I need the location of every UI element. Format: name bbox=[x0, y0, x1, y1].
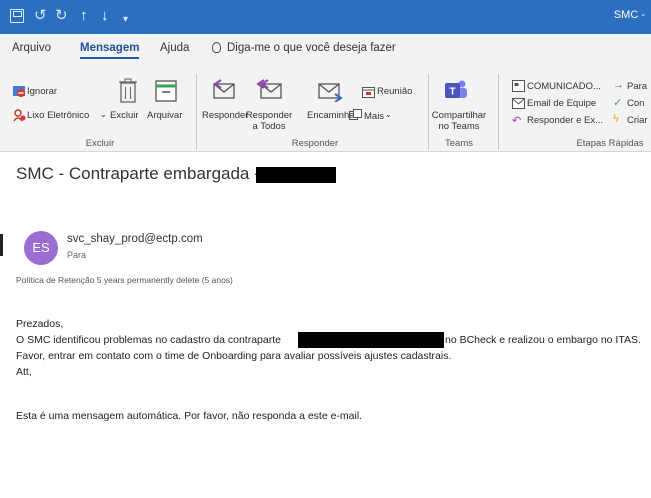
meeting-button[interactable]: Reunião bbox=[377, 86, 412, 97]
customize-toolbar-icon[interactable]: ▾ bbox=[123, 10, 128, 30]
to-manager-icon: → bbox=[613, 79, 624, 91]
ignore-button[interactable]: Ignorar bbox=[27, 86, 57, 97]
group-separator bbox=[428, 74, 429, 150]
message-subject: SMC - Contraparte embargada - bbox=[16, 164, 260, 183]
group-separator bbox=[196, 74, 197, 150]
tab-mensagem[interactable]: Mensagem bbox=[80, 42, 140, 59]
share-teams-button[interactable]: Compartilhar no Teams bbox=[431, 110, 487, 132]
share-teams-label-2: no Teams bbox=[438, 121, 480, 132]
group-label-teams: Teams bbox=[445, 138, 473, 149]
save-icon[interactable] bbox=[10, 9, 24, 23]
quickstep-con[interactable]: Con bbox=[627, 98, 644, 109]
more-icon bbox=[349, 109, 362, 120]
done-check-icon: ✓ bbox=[613, 97, 623, 109]
redacted-subject bbox=[256, 167, 336, 183]
body-signoff: Att, bbox=[16, 366, 32, 378]
tab-ajuda[interactable]: Ajuda bbox=[160, 42, 189, 54]
ignore-icon bbox=[13, 86, 25, 97]
group-label-responder: Responder bbox=[291, 138, 339, 149]
redo-icon[interactable]: ↻ bbox=[55, 6, 68, 26]
redacted-counterparty bbox=[298, 332, 444, 348]
group-separator bbox=[498, 74, 499, 150]
archive-icon bbox=[155, 80, 177, 102]
avatar[interactable]: ES bbox=[24, 231, 58, 265]
share-teams-label-1: Compartilhar bbox=[431, 110, 487, 121]
tab-arquivo[interactable]: Arquivo bbox=[12, 42, 51, 54]
body-greeting: Prezados, bbox=[16, 318, 64, 330]
sender-address[interactable]: svc_shay_prod@ectp.com bbox=[67, 233, 203, 245]
left-edge-marker bbox=[0, 234, 3, 256]
reply-all-label-1: Responder bbox=[245, 110, 293, 121]
create-new-icon: ϟ bbox=[613, 113, 619, 125]
junk-mail-icon bbox=[13, 109, 26, 122]
quickstep-responder-ex[interactable]: Responder e Ex... bbox=[527, 115, 603, 126]
next-item-icon[interactable]: ↓ bbox=[101, 6, 109, 26]
title-bar: ↺ ↻ ↑ ↓ ▾ SMC - bbox=[0, 0, 651, 34]
group-label-excluir: Excluir bbox=[85, 138, 115, 149]
quickstep-email-equipe[interactable]: Email de Equipe bbox=[527, 98, 596, 109]
reply-all-icon bbox=[256, 79, 282, 99]
retention-policy: Política de Retenção 5 years permanently… bbox=[16, 275, 233, 285]
body-line-1b: no BCheck e realizou o embargo no ITAS. bbox=[445, 334, 641, 346]
delete-icon bbox=[119, 78, 137, 103]
reply-all-label-2: a Todos bbox=[252, 121, 286, 132]
delete-button[interactable]: Excluir bbox=[110, 110, 139, 121]
undo-icon[interactable]: ↺ bbox=[34, 6, 47, 26]
to-label: Para bbox=[67, 250, 87, 260]
quickstep-para[interactable]: Para bbox=[627, 81, 647, 92]
meeting-icon bbox=[362, 87, 375, 98]
archive-button[interactable]: Arquivar bbox=[147, 110, 182, 121]
junk-mail-button[interactable]: Lixo Eletrônico bbox=[27, 110, 89, 121]
group-label-etapas: Etapas Rápidas bbox=[576, 138, 644, 149]
previous-item-icon[interactable]: ↑ bbox=[80, 6, 88, 26]
tell-me-search[interactable]: Diga-me o que você deseja fazer bbox=[227, 42, 396, 54]
ribbon-tabs: Arquivo Mensagem Ajuda Diga-me o que voc… bbox=[0, 34, 651, 64]
window-title: SMC - bbox=[613, 9, 645, 21]
reply-delete-icon: ↶ bbox=[512, 115, 522, 127]
body-line-2: Favor, entrar em contato com o time de O… bbox=[16, 350, 452, 362]
reply-all-button[interactable]: Responder a Todos bbox=[242, 110, 296, 132]
teams-icon: T bbox=[445, 80, 467, 98]
quickstep-criar[interactable]: Criar bbox=[627, 115, 648, 126]
more-dropdown-icon[interactable]: ⌄ bbox=[385, 110, 392, 119]
quickstep-comunicado[interactable]: COMUNICADO... bbox=[527, 81, 601, 92]
reply-icon bbox=[213, 79, 235, 99]
svg-text:T: T bbox=[449, 87, 455, 98]
lightbulb-icon bbox=[212, 42, 221, 53]
body-line-1a: O SMC identificou problemas no cadastro … bbox=[16, 334, 281, 346]
comunicado-icon bbox=[512, 80, 525, 92]
junk-dropdown-icon[interactable]: ⌄ bbox=[100, 110, 107, 119]
forward-icon bbox=[318, 83, 343, 102]
body-footer: Esta é uma mensagem automática. Por favo… bbox=[16, 410, 363, 422]
email-team-icon bbox=[512, 98, 525, 109]
more-button[interactable]: Mais bbox=[364, 111, 384, 122]
